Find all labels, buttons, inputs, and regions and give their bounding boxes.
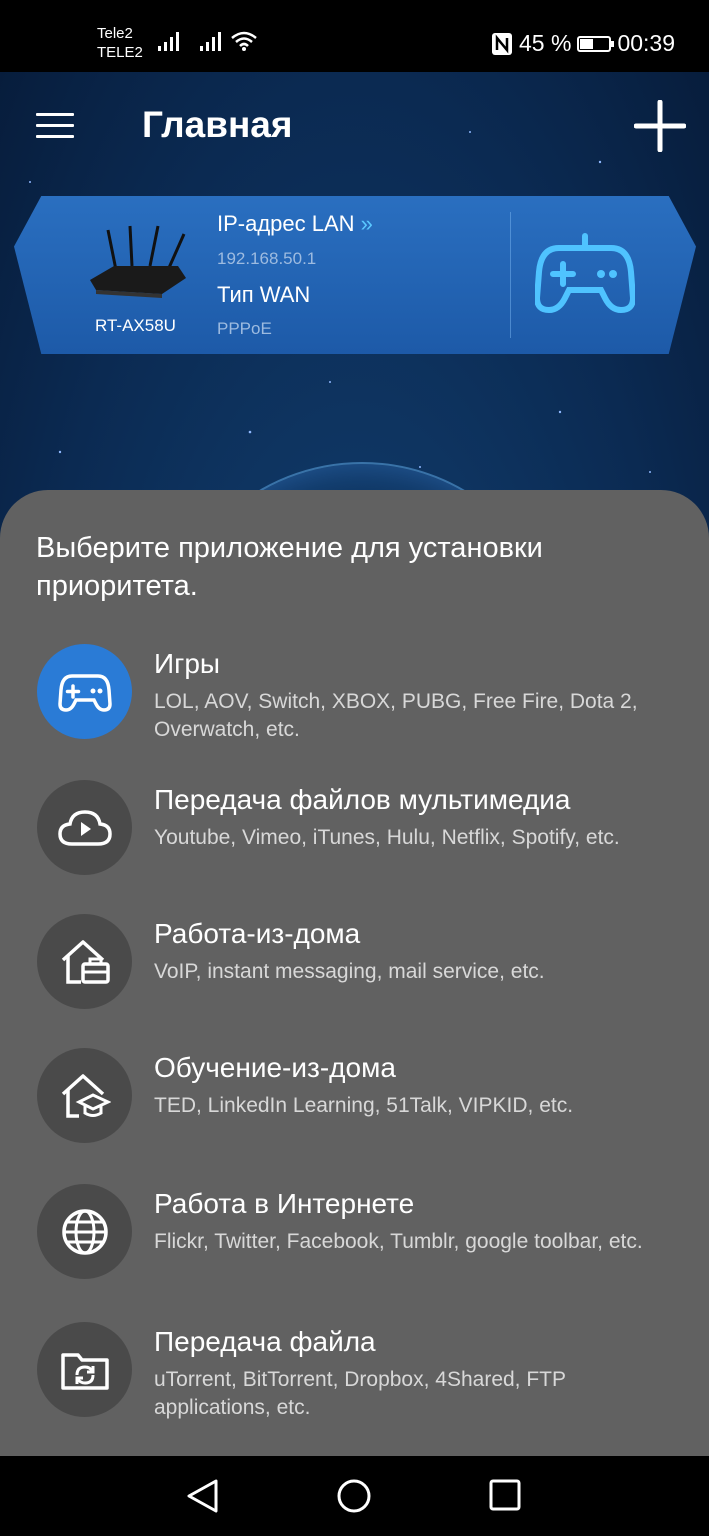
option-description: VoIP, instant messaging, mail service, e… [154,960,545,983]
option-title: Обучение-из-дома [154,1052,396,1083]
plus-icon[interactable] [634,100,686,152]
lan-ip-value: 192.168.50.1 [217,249,317,268]
option-title: Работа в Интернете [154,1188,415,1219]
recent-apps-icon[interactable] [488,1478,522,1512]
option-icon-circle [37,644,132,739]
lan-ip-label: IP-адрес LAN [217,211,355,236]
app-header: Главная [0,72,709,182]
router-model: RT-AX58U [95,316,176,335]
folder-sync-icon [60,1352,109,1390]
status-bar: Tele2 TELE2 45 % 00:39 [0,0,709,72]
clock: 00:39 [617,30,675,56]
hamburger-menu-icon[interactable] [36,113,74,141]
nfc-icon [492,32,512,55]
option-icon-circle [37,1184,132,1279]
option-description: LOL, AOV, Switch, XBOX, PUBG, Free Fire,… [154,690,638,741]
signal-icon [200,32,221,51]
double-chevron-right-icon: » [360,211,373,236]
wan-type-value: PPPoE [217,319,272,338]
globe-icon [61,1208,108,1255]
option-web-browsing[interactable]: Работа в Интернете Flickr, Twitter, Face… [0,1184,709,1304]
option-icon-circle [37,1048,132,1143]
carrier-2: TELE2 [97,44,143,61]
system-navigation-bar [0,1456,709,1536]
card-divider [510,212,511,338]
option-description: uTorrent, BitTorrent, Dropbox, 4Shared, … [154,1368,566,1419]
battery-icon [577,35,615,52]
option-learn-from-home[interactable]: Обучение-из-дома TED, LinkedIn Learning,… [0,1048,709,1168]
option-games[interactable]: Игры LOL, AOV, Switch, XBOX, PUBG, Free … [0,644,709,764]
signal-icon [158,32,179,51]
home-briefcase-icon [61,939,110,984]
option-title: Игры [154,648,221,679]
option-work-from-home[interactable]: Работа-из-дома VoIP, instant messaging, … [0,914,709,1034]
gamepad-icon[interactable] [535,232,635,316]
option-description: Youtube, Vimeo, iTunes, Hulu, Netflix, S… [154,826,620,849]
option-icon-circle [37,914,132,1009]
priority-app-sheet: Выберите приложение для установки приори… [0,490,709,1456]
page-title: Главная [142,104,293,145]
option-description: Flickr, Twitter, Facebook, Tumblr, googl… [154,1230,643,1253]
router-image [90,225,186,298]
option-icon-circle [37,1322,132,1417]
option-title: Передача файла [154,1326,376,1357]
home-icon[interactable] [336,1478,372,1514]
back-icon[interactable] [184,1478,222,1514]
status-right: 45 % 00:39 [491,30,675,57]
option-title: Передача файлов мультимедиа [154,784,571,815]
battery-percent: 45 % [519,30,572,56]
carrier-names: Tele2 TELE2 [97,24,143,62]
carrier-1: Tele2 [97,25,133,42]
option-media-streaming[interactable]: Передача файлов мультимедиа Youtube, Vim… [0,780,709,900]
lan-ip-link[interactable]: IP-адрес LAN» [217,211,373,237]
wan-type-label: Тип WAN [217,282,311,307]
option-title: Работа-из-дома [154,918,361,949]
option-file-transfer[interactable]: Передача файла uTorrent, BitTorrent, Dro… [0,1322,709,1442]
battery-fill [580,38,594,49]
cloud-play-icon [57,809,112,846]
option-description: TED, LinkedIn Learning, 51Talk, VIPKID, … [154,1094,574,1117]
gamepad-icon [57,673,112,712]
wifi-icon [231,31,257,51]
sheet-title: Выберите приложение для установки приори… [36,532,543,602]
option-icon-circle [37,780,132,875]
home-graduation-icon [61,1073,111,1118]
